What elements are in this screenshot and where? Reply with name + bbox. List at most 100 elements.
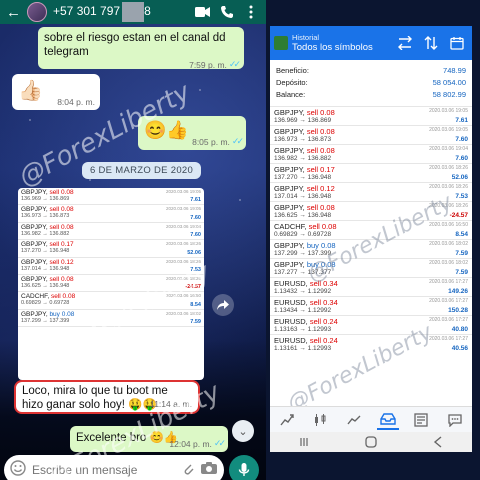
trade-profit: 8.54 — [190, 301, 201, 308]
trade-datetime: 2020.03.06 18:26 — [429, 203, 468, 209]
trade-symbol: EURUSD — [274, 298, 306, 307]
sort-icon[interactable] — [420, 33, 442, 53]
trade-side: sell 0.08 — [306, 108, 335, 117]
trade-symbol: CADCHF — [274, 222, 305, 231]
trade-datetime: 2020.03.06 19:05 — [165, 189, 201, 194]
mt4-header: Historial Todos los símbolos — [270, 26, 472, 60]
avatar[interactable] — [27, 2, 47, 22]
emoji-icon[interactable] — [10, 459, 26, 480]
history-row[interactable]: CADCHF, sell 0.08 0.69829 → 0.69728 2020… — [270, 220, 472, 239]
summary-row: Balance: 58 802.99 — [276, 88, 466, 100]
messages-icon[interactable] — [444, 410, 466, 430]
quotes-icon[interactable] — [276, 410, 298, 430]
date-chip: 6 DE MARZO DE 2020 — [82, 162, 202, 179]
trade-symbol: GBPJPY — [274, 260, 303, 269]
message-text: sobre el riesgo estan en el canal dd tel… — [44, 32, 226, 58]
trade-profit: 52.06 — [451, 174, 468, 181]
history-row[interactable]: EURUSD, sell 0.24 1.13163 → 1.12993 2020… — [270, 315, 472, 334]
history-list[interactable]: GBPJPY, sell 0.08 136.969 → 136.869 2020… — [270, 106, 472, 353]
history-row[interactable]: EURUSD, sell 0.34 1.13434 → 1.12992 2020… — [270, 296, 472, 315]
mt4-title[interactable]: Todos los símbolos — [292, 42, 390, 53]
trade-side: sell 0.12 — [49, 258, 74, 266]
back-arrow-icon[interactable]: ← — [6, 5, 21, 20]
history-icon[interactable] — [376, 410, 399, 430]
history-row[interactable]: EURUSD, sell 0.34 1.13432 → 1.12992 2020… — [270, 277, 472, 296]
message-bubble[interactable]: sobre el riesgo estan en el canal dd tel… — [38, 27, 244, 70]
message-input[interactable] — [32, 463, 176, 477]
time-text: 7:59 p. m. — [189, 59, 227, 70]
trade-side: sell 0.08 — [306, 146, 335, 155]
trade-datetime: 2020.03.06 18:26 — [165, 241, 201, 247]
trade-side: buy 0.08 — [306, 260, 336, 269]
back-icon[interactable] — [431, 435, 445, 449]
trade-datetime: 2020.03.06 18:26 — [429, 165, 468, 171]
trade-side: sell 0.12 — [306, 184, 335, 193]
mt4-bottom-tabs — [270, 406, 472, 432]
trade-prices: 136.973 → 136.873 — [274, 136, 332, 143]
history-row[interactable]: GBPJPY, buy 0.08 137.277 → 137.377 2020.… — [270, 258, 472, 277]
calendar-icon[interactable] — [446, 33, 468, 53]
history-row[interactable]: GBPJPY, sell 0.08 136.973 → 136.873 2020… — [270, 125, 472, 144]
trade-datetime: 2020.03.06 18:26 — [429, 184, 468, 190]
history-row[interactable]: GBPJPY, sell 0.08 136.969 → 136.869 2020… — [270, 106, 472, 125]
history-row[interactable]: GBPJPY, sell 0.17 137.270 → 136.948 2020… — [270, 163, 472, 182]
video-call-icon[interactable] — [194, 3, 212, 21]
recents-icon[interactable] — [297, 435, 311, 449]
trade-profit: 7.53 — [455, 193, 468, 200]
mt4-title-block: Historial Todos los símbolos — [292, 33, 390, 53]
trade-symbol: GBPJPY — [274, 241, 303, 250]
trade-prices: 136.625 → 136.948 — [21, 282, 70, 289]
trade-side: sell 0.34 — [309, 279, 338, 288]
attach-icon[interactable] — [182, 460, 194, 480]
trade-profit: 7.60 — [455, 136, 468, 143]
contact-phone[interactable]: +57 301 797 8 — [53, 2, 188, 22]
screenshot-trade-row: GBPJPY, buy 0.08 137.299 → 137.399 2020.… — [18, 310, 204, 328]
home-icon[interactable] — [364, 435, 378, 449]
trade-profit: 7.59 — [455, 269, 468, 276]
history-row[interactable]: GBPJPY, buy 0.08 137.299 → 137.399 2020.… — [270, 239, 472, 258]
history-row[interactable]: GBPJPY, sell 0.08 136.625 → 136.948 2020… — [270, 201, 472, 220]
trade-prices: 1.13163 → 1.12993 — [274, 326, 332, 333]
trade-prices: 137.014 → 136.948 — [21, 265, 70, 272]
trade-datetime: 2020.03.06 19:04 — [429, 146, 468, 152]
mic-icon[interactable] — [229, 455, 259, 480]
trade-toggle-icon[interactable] — [394, 33, 416, 53]
message-bubble[interactable]: 👍🏻 8:04 p. m. — [12, 74, 100, 110]
image-attachment[interactable]: GBPJPY, sell 0.08 136.969 → 136.869 2020… — [18, 188, 204, 380]
trade-prices: 136.969 → 136.869 — [21, 196, 70, 202]
trade-prices: 136.982 → 136.882 — [21, 230, 70, 237]
emoji-message: 😊👍 — [144, 120, 189, 140]
history-row[interactable]: EURUSD, sell 0.24 1.13161 → 1.12993 2020… — [270, 334, 472, 353]
phone-icon[interactable] — [218, 3, 236, 21]
screenshot-trade-row: GBPJPY, sell 0.12 137.014 → 136.948 2020… — [18, 258, 204, 275]
trade-datetime: 2020.03.06 17:27 — [429, 279, 468, 285]
trade-profit: 7.53 — [190, 266, 201, 273]
chart-icon[interactable] — [309, 410, 331, 430]
double-chevron-down-icon[interactable]: ⌄ — [232, 420, 254, 442]
message-time: 7:59 p. m. ✓✓ — [44, 59, 241, 70]
whatsapp-chat: ← +57 301 797 8 sobre el riesgo estan en … — [0, 0, 266, 480]
message-bubble-highlighted[interactable]: Loco, mira lo que tu boot me hizo ganar … — [14, 380, 200, 414]
news-icon[interactable] — [410, 410, 432, 430]
chat-header: ← +57 301 797 8 — [0, 0, 266, 24]
trade-icon[interactable] — [343, 410, 365, 430]
screenshot-trade-row: GBPJPY, sell 0.08 136.625 → 136.948 2020… — [18, 275, 204, 293]
history-row[interactable]: GBPJPY, sell 0.08 136.982 → 136.882 2020… — [270, 144, 472, 163]
message-time: 8:05 p. m. ✓✓ — [192, 136, 244, 147]
message-time: 11:14 a. m. — [150, 397, 192, 411]
trade-prices: 136.969 → 136.869 — [274, 117, 332, 124]
share-icon[interactable] — [212, 294, 234, 316]
screenshot-trade-row: CADCHF, sell 0.08 0.69829 → 0.69728 2020… — [18, 292, 204, 310]
screenshot-trade-row: GBPJPY, sell 0.08 136.969 → 136.869 2020… — [18, 188, 204, 206]
camera-icon[interactable] — [200, 461, 218, 480]
message-bubble[interactable]: Excelente bro 😊👍 12:04 p. m. ✓✓ — [70, 426, 228, 452]
trade-symbol: EURUSD — [274, 279, 306, 288]
redaction-box — [122, 2, 145, 22]
message-bubble[interactable]: 😊👍 8:05 p. m. ✓✓ — [138, 116, 246, 150]
trade-profit: 52.06 — [187, 249, 201, 256]
trade-symbol: GBPJPY — [274, 108, 303, 117]
trade-side: sell 0.24 — [309, 317, 338, 326]
message-text: Loco, mira lo que tu boot me hizo ganar … — [22, 385, 168, 411]
history-row[interactable]: GBPJPY, sell 0.12 137.014 → 136.948 2020… — [270, 182, 472, 201]
more-icon[interactable] — [242, 3, 260, 21]
